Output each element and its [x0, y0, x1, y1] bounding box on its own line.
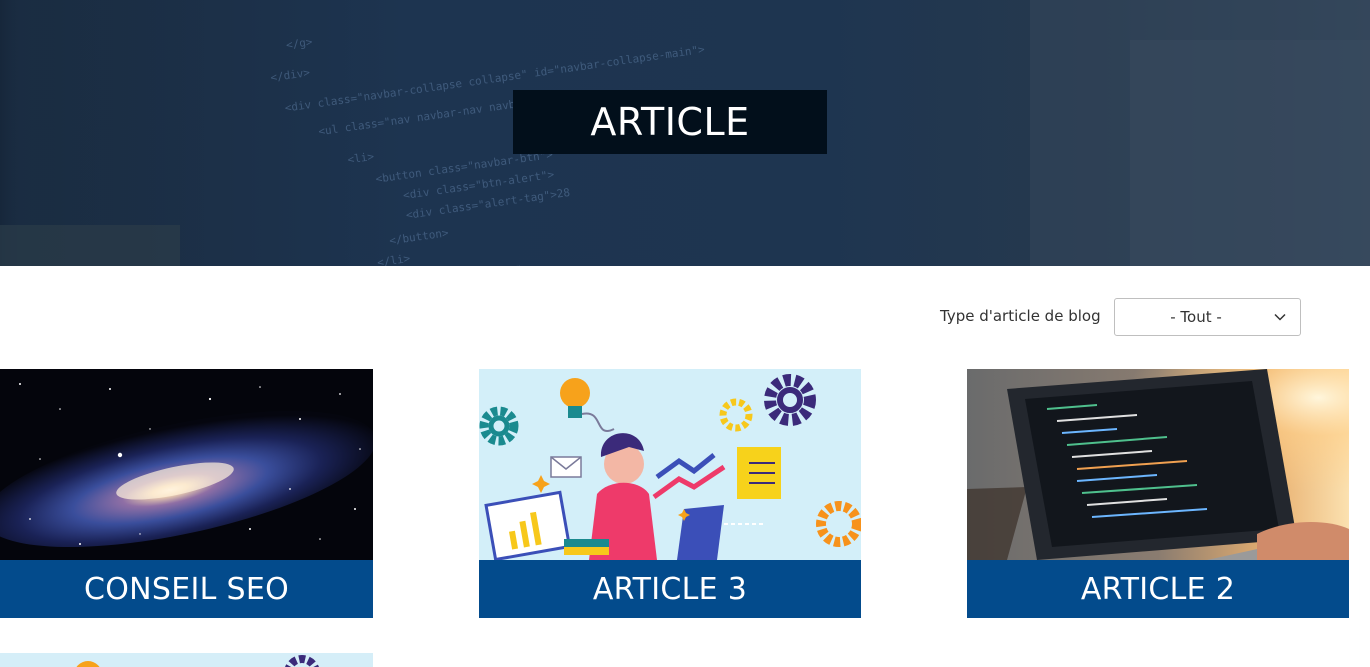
chevron-down-icon: [1274, 313, 1286, 321]
svg-text:</button>: </button>: [388, 226, 449, 247]
card-image-galaxy: [0, 369, 373, 560]
svg-text:<li class="dropdown">: <li class="dropdown">: [390, 262, 530, 266]
card-title: CONSEIL SEO: [83, 571, 289, 607]
card-caption: ARTICLE 2: [967, 560, 1349, 618]
article-card-article-2[interactable]: ARTICLE 2: [967, 369, 1349, 619]
svg-text:</div>: </div>: [270, 66, 312, 84]
article-card-article-3[interactable]: ARTICLE 3: [479, 369, 861, 619]
card-caption: CONSEIL SEO: [0, 560, 373, 618]
hero-title-box: ARTICLE: [513, 90, 827, 154]
article-card-conseil-seo[interactable]: CONSEIL SEO: [0, 369, 373, 619]
card-title: ARTICLE 3: [592, 571, 748, 607]
dropdown-selected-value: - Tout -: [1170, 308, 1222, 326]
card-image-laptop-code: [967, 369, 1349, 560]
svg-text:<button class="navbar-btn tab-: <button class="navbar-btn tab-cm-tab": [413, 265, 657, 266]
card-image-marketing-illustration: [479, 369, 861, 560]
blog-type-dropdown[interactable]: - Tout -: [1114, 298, 1301, 336]
svg-text:</g>: </g>: [285, 35, 313, 52]
page-title: ARTICLE: [590, 100, 750, 144]
article-card-partial[interactable]: [0, 653, 373, 667]
hero-banner: </g> </div> <div class="navbar-collapse …: [0, 0, 1370, 266]
svg-text:</li>: </li>: [376, 252, 411, 266]
card-caption: ARTICLE 3: [479, 560, 861, 618]
filter-label: Type d'article de blog: [940, 307, 1101, 325]
card-title: ARTICLE 2: [1080, 571, 1236, 607]
svg-text:<li>: <li>: [347, 150, 375, 167]
